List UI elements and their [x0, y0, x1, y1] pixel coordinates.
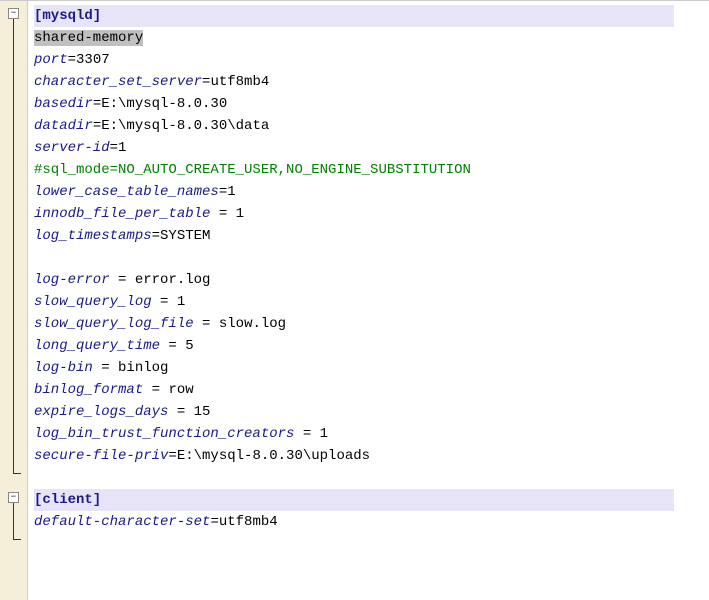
fold-toggle-client[interactable]: −	[8, 492, 19, 503]
fold-guide-mysqld	[13, 19, 14, 473]
code-line: port=3307	[34, 49, 709, 71]
section-header-client: [client]	[34, 489, 709, 511]
code-line: innodb_file_per_table = 1	[34, 203, 709, 225]
code-line: log-bin = binlog	[34, 357, 709, 379]
code-line: basedir=E:\mysql-8.0.30	[34, 93, 709, 115]
fold-guide-client	[13, 503, 14, 539]
code-line: server-id=1	[34, 137, 709, 159]
code-area[interactable]: [mysqld]shared-memoryport=3307character_…	[28, 1, 709, 600]
fold-toggle-mysqld[interactable]: −	[8, 8, 19, 19]
code-line: #sql_mode=NO_AUTO_CREATE_USER,NO_ENGINE_…	[34, 159, 709, 181]
code-line: log_bin_trust_function_creators = 1	[34, 423, 709, 445]
code-line: slow_query_log_file = slow.log	[34, 313, 709, 335]
section-header-mysqld: [mysqld]	[34, 5, 709, 27]
code-line: expire_logs_days = 15	[34, 401, 709, 423]
code-editor: − − [mysqld]shared-memoryport=3307charac…	[0, 0, 709, 600]
code-line	[34, 247, 709, 269]
code-line: slow_query_log = 1	[34, 291, 709, 313]
code-line: lower_case_table_names=1	[34, 181, 709, 203]
code-line: character_set_server=utf8mb4	[34, 71, 709, 93]
code-line: shared-memory	[34, 27, 709, 49]
code-line	[34, 467, 709, 489]
code-line: binlog_format = row	[34, 379, 709, 401]
code-line: log-error = error.log	[34, 269, 709, 291]
code-line: log_timestamps=SYSTEM	[34, 225, 709, 247]
fold-gutter: − −	[0, 1, 28, 600]
code-line: default-character-set=utf8mb4	[34, 511, 709, 533]
code-line: secure-file-priv=E:\mysql-8.0.30\uploads	[34, 445, 709, 467]
fold-end-mysqld	[13, 473, 21, 474]
code-line: long_query_time = 5	[34, 335, 709, 357]
code-line: datadir=E:\mysql-8.0.30\data	[34, 115, 709, 137]
fold-end-client	[13, 539, 21, 540]
